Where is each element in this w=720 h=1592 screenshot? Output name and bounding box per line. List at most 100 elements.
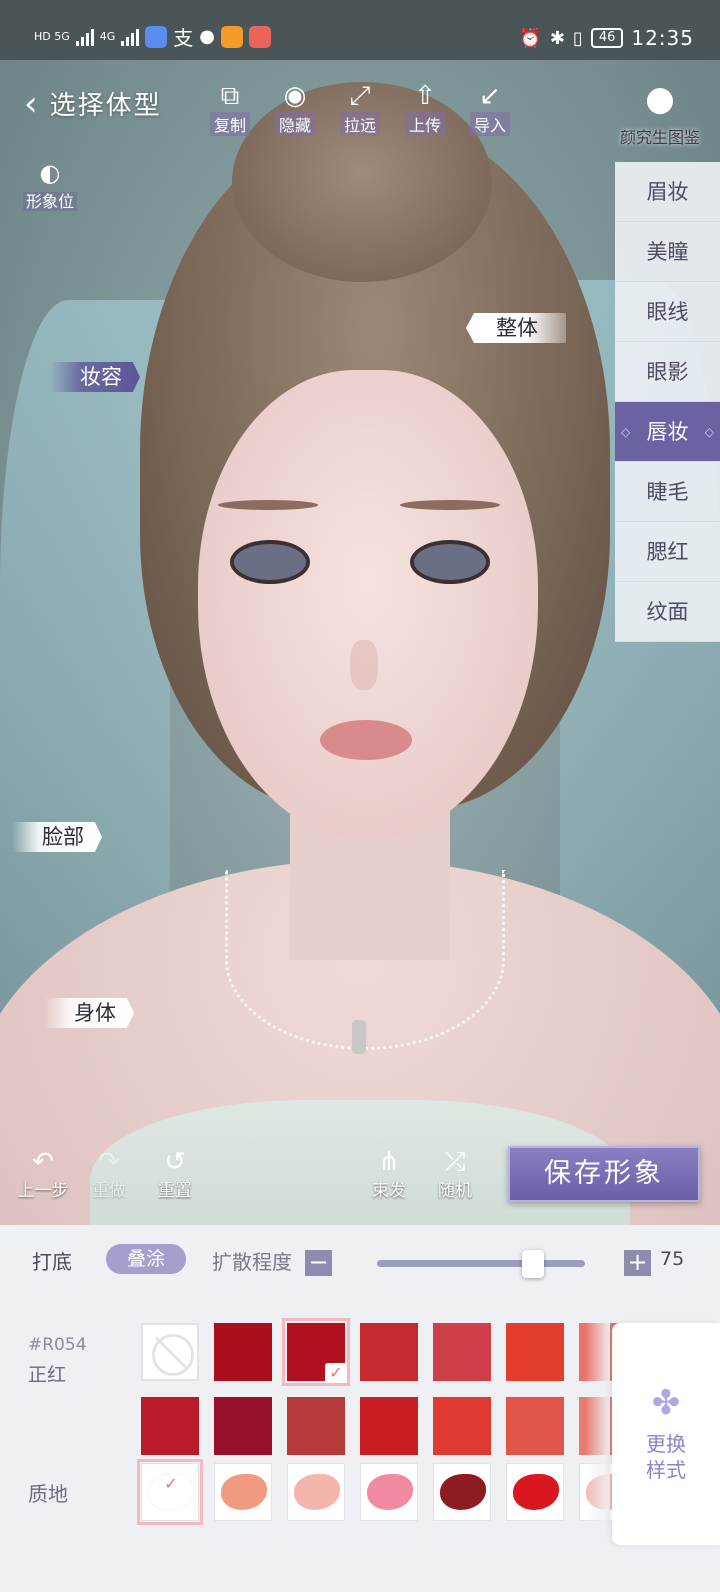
texture-swatch[interactable] [433, 1463, 491, 1521]
character-preview[interactable] [0, 60, 720, 1225]
gallery-label: 颜究生图鉴 [619, 128, 700, 147]
character-nose [350, 640, 378, 690]
color-swatch[interactable]: ✓ [282, 1318, 350, 1386]
texture-sample [367, 1474, 413, 1510]
texture-sample [221, 1474, 267, 1510]
redo-button[interactable]: ↷ 重做 [76, 1148, 142, 1201]
expand-icon: ⤢ [349, 81, 371, 111]
diffusion-plus-button[interactable]: + [624, 1250, 651, 1276]
color-swatch[interactable] [433, 1323, 491, 1381]
color-swatch[interactable] [214, 1397, 272, 1455]
texture-label: 质地 [28, 1482, 68, 1506]
color-swatch[interactable] [506, 1397, 564, 1455]
appearance-slot-button[interactable]: ◐ 形象位 [18, 158, 82, 212]
texture-sample [440, 1474, 486, 1510]
side-menu-item[interactable]: 眼影 [615, 342, 720, 402]
status-bar: HD 5G 4G 支 ● ⏰ ✱ ▯ 46 12:35 [0, 0, 720, 60]
hide-button[interactable]: ◉ 隐藏 [260, 80, 330, 136]
texture-sample [513, 1474, 559, 1510]
check-icon: ✓ [148, 1474, 194, 1510]
check-icon: ✓ [325, 1363, 347, 1383]
diffusion-minus-button[interactable]: − [305, 1250, 332, 1276]
reset-button[interactable]: ↺ 重置 [142, 1148, 208, 1201]
upload-icon: ⇧ [414, 81, 436, 111]
side-menu-item[interactable]: 眼线 [615, 282, 720, 342]
side-menu-item[interactable]: 唇妆 [615, 402, 720, 462]
status-right: ⏰ ✱ ▯ 46 12:35 [519, 26, 694, 50]
zoom-out-label: 拉远 [339, 112, 380, 136]
side-menu-item[interactable]: 腮红 [615, 522, 720, 582]
battery-icon: 46 [590, 28, 624, 48]
clover-icon: ✤ [651, 1383, 681, 1423]
eye-right [410, 540, 490, 584]
makeup-category-menu: 眉妆美瞳眼线眼影唇妆睫毛腮红纹面 [615, 162, 720, 642]
reset-label: 重置 [158, 1181, 192, 1201]
region-body[interactable]: 身体 [44, 998, 134, 1028]
undo-label: 上一步 [17, 1181, 69, 1201]
slider-thumb[interactable] [522, 1250, 544, 1278]
upload-button[interactable]: ⇧ 上传 [390, 80, 460, 136]
change-style-label: 更换样式 [646, 1432, 686, 1482]
zoom-out-button[interactable]: ⤢ 拉远 [325, 80, 395, 136]
color-swatch[interactable] [360, 1397, 418, 1455]
color-code: #R054 [28, 1335, 87, 1355]
texture-swatch[interactable] [214, 1463, 272, 1521]
necklace-pendant [352, 1020, 366, 1054]
color-swatch[interactable] [360, 1323, 418, 1381]
texture-swatch[interactable] [287, 1463, 345, 1521]
gallery-button[interactable]: ● 颜究生图鉴 [610, 74, 710, 148]
no-color-swatch[interactable] [141, 1323, 199, 1381]
texture-swatch[interactable] [360, 1463, 418, 1521]
bust-silhouette-icon: ● [645, 79, 675, 119]
page-title: 选择体型 [49, 91, 162, 121]
region-face[interactable]: 脸部 [12, 822, 102, 852]
region-whole[interactable]: 整体 [466, 313, 566, 343]
import-label: 导入 [469, 112, 510, 136]
change-style-button[interactable]: ✤ 更换样式 [612, 1323, 720, 1545]
side-menu-item[interactable]: 美瞳 [615, 222, 720, 282]
network-indicator-2: 4G [99, 30, 116, 43]
save-appearance-button[interactable]: 保存形象 [508, 1146, 700, 1202]
texture-swatch[interactable]: ✓ [137, 1459, 203, 1525]
scroll-fade [585, 1323, 610, 1533]
alarm-icon: ⏰ [519, 27, 542, 49]
video-app-icon [221, 25, 244, 48]
alipay-icon: 支 [173, 26, 194, 50]
brow-left [218, 500, 318, 510]
hair-tie-button[interactable]: ⋔ 束发 [356, 1148, 422, 1201]
layer-coat-tab[interactable]: 叠涂 [106, 1244, 186, 1274]
lip-makeup-panel: 打底 叠涂 扩散程度 − + 75 #R054 正红 ✓ 质地 ✓ ✤ 更换样式 [0, 1225, 720, 1592]
shuffle-icon: ⤮ [444, 1147, 466, 1177]
texture-sample [294, 1474, 340, 1510]
side-menu-item[interactable]: 眉妆 [615, 162, 720, 222]
region-makeup[interactable]: 妆容 [50, 362, 140, 392]
side-menu-item[interactable]: 纹面 [615, 582, 720, 642]
texture-swatch[interactable] [506, 1463, 564, 1521]
redo-label: 重做 [92, 1181, 126, 1201]
clock: 12:35 [631, 26, 694, 50]
side-menu-item[interactable]: 睫毛 [615, 462, 720, 522]
diffusion-label: 扩散程度 [212, 1250, 292, 1274]
copy-button[interactable]: ⧉ 复制 [195, 80, 265, 136]
music-app-icon [145, 25, 168, 48]
hair-tie-icon: ⋔ [378, 1147, 400, 1177]
hair-tie-label: 束发 [372, 1181, 406, 1201]
import-button[interactable]: ↙ 导入 [455, 80, 525, 136]
appearance-slot-label: 形象位 [22, 192, 77, 211]
option-row: 打底 叠涂 扩散程度 − + 75 [0, 1225, 720, 1285]
color-swatch[interactable] [506, 1323, 564, 1381]
diffusion-value: 75 [660, 1248, 685, 1270]
diffusion-slider[interactable] [377, 1250, 585, 1278]
color-swatch[interactable] [214, 1323, 272, 1381]
copy-label: 复制 [209, 112, 250, 136]
undo-button[interactable]: ↶ 上一步 [10, 1148, 76, 1201]
redo-icon: ↷ [98, 1147, 120, 1177]
base-coat-tab[interactable]: 打底 [32, 1246, 72, 1275]
color-swatch[interactable] [287, 1397, 345, 1455]
back-button[interactable]: ‹ 选择体型 [24, 85, 162, 122]
brow-right [400, 500, 500, 510]
color-swatch[interactable] [141, 1397, 199, 1455]
color-swatch[interactable] [433, 1397, 491, 1455]
random-button[interactable]: ⤮ 随机 [422, 1148, 488, 1201]
signal-icon [75, 28, 94, 46]
